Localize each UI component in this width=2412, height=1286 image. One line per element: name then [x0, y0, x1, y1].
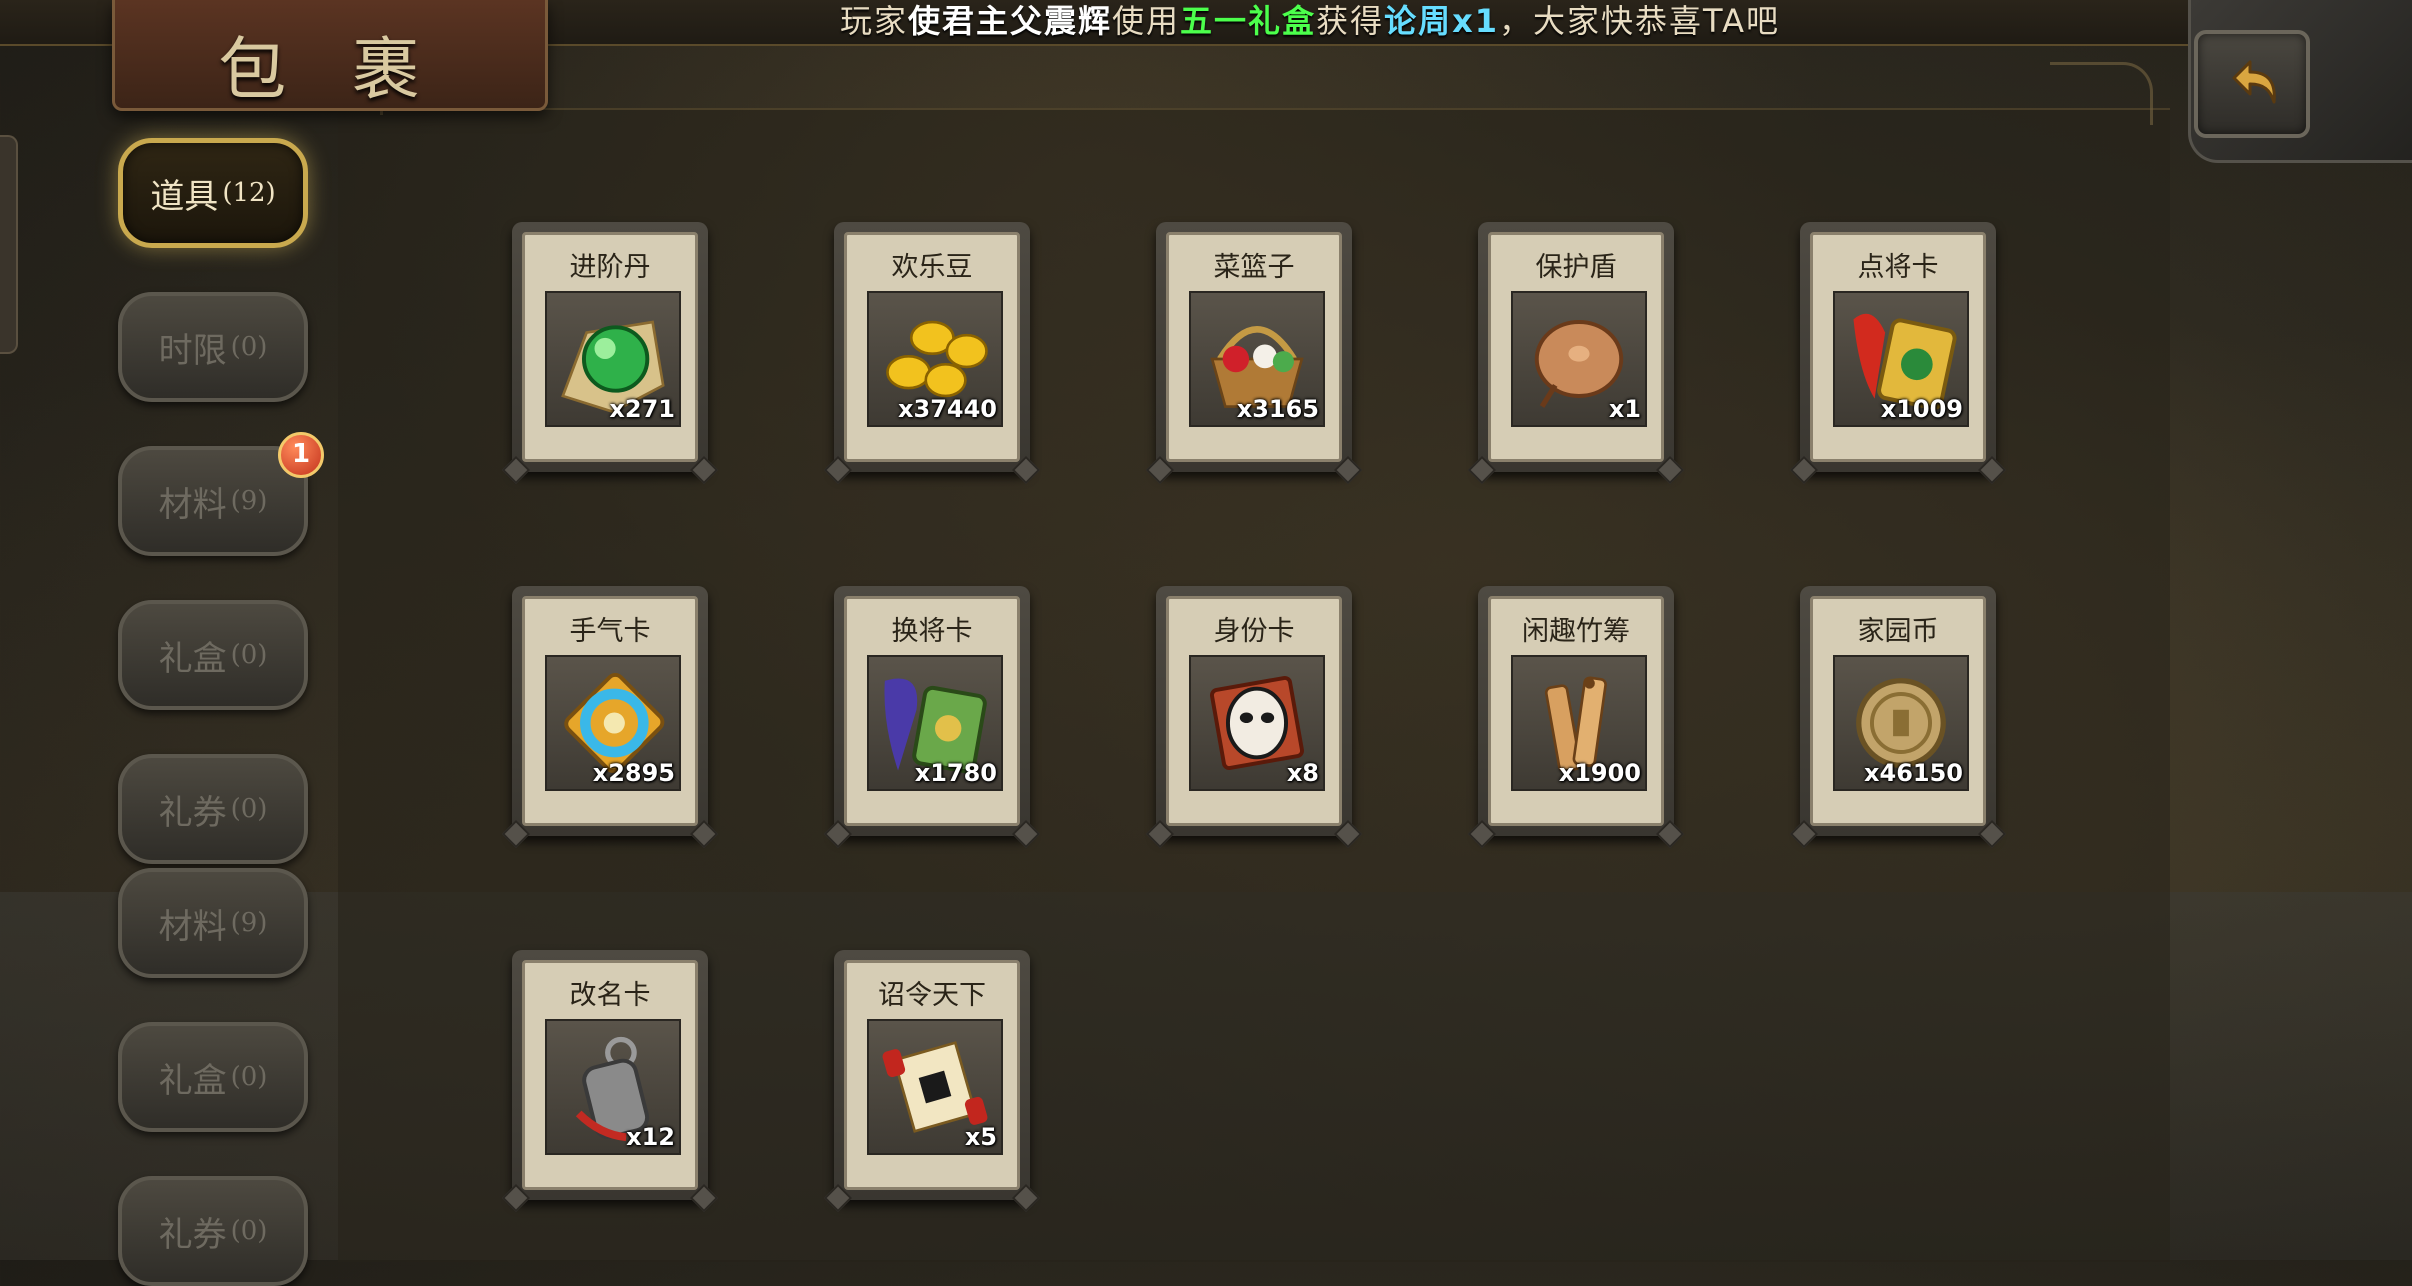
- item-card-face: 改名卡 x12: [522, 960, 698, 1190]
- item-card[interactable]: 菜篮子 x3165: [1145, 222, 1363, 485]
- item-icon-slot: x37440: [867, 291, 1003, 427]
- item-card[interactable]: 保护盾 x1: [1467, 222, 1685, 485]
- item-card[interactable]: 点将卡 x1009: [1789, 222, 2007, 485]
- ticker-item: 五一礼盒: [1180, 2, 1317, 40]
- item-name: 改名卡: [569, 980, 651, 1011]
- ticker-verb: 使用: [1112, 2, 1181, 40]
- item-icon-slot: x12: [545, 1019, 681, 1155]
- tab-timed[interactable]: 时限 (0): [118, 292, 308, 402]
- item-name: 进阶丹: [569, 252, 651, 283]
- broadcast-ticker: 玩家使君主父震辉使用五一礼盒获得论周x1，大家快恭喜TA吧: [840, 0, 1780, 44]
- tab-label: 时限: [158, 330, 227, 371]
- item-quantity: x37440: [898, 395, 997, 423]
- item-card-face: 闲趣竹筹 x1900: [1488, 596, 1664, 826]
- item-name: 欢乐豆: [891, 252, 973, 283]
- item-card-face: 保护盾 x1: [1488, 232, 1664, 462]
- corner-ornament: [2050, 62, 2153, 125]
- item-card[interactable]: 欢乐豆 x37440: [823, 222, 1041, 485]
- tab-count: (0): [230, 640, 268, 670]
- item-quantity: x2895: [592, 759, 675, 787]
- tab-label: 道具: [150, 176, 219, 217]
- tab-label: 材料: [158, 906, 227, 947]
- tab-vouchers[interactable]: 礼券 (0): [118, 754, 308, 864]
- item-quantity: x3165: [1236, 395, 1319, 423]
- item-card[interactable]: 诏令天下 x5: [823, 950, 1041, 1213]
- tab-label: 礼券: [158, 792, 227, 833]
- item-quantity: x1009: [1880, 395, 1963, 423]
- ticker-mid: 获得: [1316, 2, 1385, 40]
- item-name: 身份卡: [1213, 616, 1295, 647]
- item-card-face: 进阶丹 x271: [522, 232, 698, 462]
- item-name: 保护盾: [1535, 252, 1617, 283]
- item-name: 换将卡: [891, 616, 973, 647]
- item-quantity: x8: [1286, 759, 1319, 787]
- item-card-face: 换将卡 x1780: [844, 596, 1020, 826]
- tab-label: 礼券: [158, 1214, 227, 1255]
- back-arrow-icon: [2232, 60, 2276, 104]
- item-card-face: 点将卡 x1009: [1810, 232, 1986, 462]
- item-icon-slot: x5: [867, 1019, 1003, 1155]
- item-icon-slot: x1009: [1833, 291, 1969, 427]
- tab-vouchers-2[interactable]: 礼券 (0): [118, 1176, 308, 1286]
- back-button[interactable]: [2194, 30, 2310, 138]
- item-card[interactable]: 改名卡 x12: [501, 950, 719, 1213]
- item-quantity: x1780: [914, 759, 997, 787]
- tab-gift-box[interactable]: 礼盒 (0): [118, 600, 308, 710]
- item-card-face: 手气卡 x2895: [522, 596, 698, 826]
- item-icon-slot: x3165: [1189, 291, 1325, 427]
- item-name: 手气卡: [569, 616, 651, 647]
- tab-count: (0): [230, 332, 268, 362]
- item-quantity: x271: [609, 395, 675, 423]
- item-card[interactable]: 身份卡 x8: [1145, 586, 1363, 849]
- tab-gift-box-2[interactable]: 礼盒 (0): [118, 1022, 308, 1132]
- tab-materials-2[interactable]: 材料 (9): [118, 868, 308, 978]
- item-quantity: x46150: [1864, 759, 1963, 787]
- item-quantity: x1: [1608, 395, 1641, 423]
- item-card-face: 诏令天下 x5: [844, 960, 1020, 1190]
- item-card-face: 身份卡 x8: [1166, 596, 1342, 826]
- item-icon-slot: x2895: [545, 655, 681, 791]
- title-plaque: 包 裹: [112, 0, 548, 111]
- item-card-face: 欢乐豆 x37440: [844, 232, 1020, 462]
- tab-count: (0): [230, 794, 268, 824]
- item-card[interactable]: 闲趣竹筹 x1900: [1467, 586, 1685, 849]
- side-drawer-handle[interactable]: [0, 135, 18, 354]
- item-icon-slot: x1780: [867, 655, 1003, 791]
- item-card-face: 菜篮子 x3165: [1166, 232, 1342, 462]
- ticker-suffix: ，大家快恭喜TA吧: [1499, 2, 1780, 40]
- tab-count: (12): [222, 178, 276, 208]
- tab-count: (0): [230, 1062, 268, 1092]
- item-icon-slot: x1: [1511, 291, 1647, 427]
- ticker-player: 使君主父震辉: [908, 2, 1113, 40]
- item-icon-slot: x46150: [1833, 655, 1969, 791]
- item-icon-slot: x1900: [1511, 655, 1647, 791]
- item-name: 家园币: [1857, 616, 1939, 647]
- item-name: 菜篮子: [1213, 252, 1295, 283]
- item-card-face: 家园币 x46150: [1810, 596, 1986, 826]
- item-card[interactable]: 换将卡 x1780: [823, 586, 1041, 849]
- item-quantity: x1900: [1558, 759, 1641, 787]
- item-quantity: x12: [626, 1123, 675, 1151]
- ticker-reward: 论周x1: [1384, 2, 1499, 40]
- tab-items[interactable]: 道具 (12): [118, 138, 308, 248]
- item-card[interactable]: 进阶丹 x271: [501, 222, 719, 485]
- item-card[interactable]: 手气卡 x2895: [501, 586, 719, 849]
- item-icon-slot: x8: [1189, 655, 1325, 791]
- item-name: 点将卡: [1857, 252, 1939, 283]
- tab-label: 材料: [158, 484, 227, 525]
- tab-count: (0): [230, 1216, 268, 1246]
- item-quantity: x5: [964, 1123, 997, 1151]
- tab-label: 礼盒: [158, 638, 227, 679]
- tab-label: 礼盒: [158, 1060, 227, 1101]
- item-card[interactable]: 家园币 x46150: [1789, 586, 2007, 849]
- item-icon-slot: x271: [545, 291, 681, 427]
- page-title: 包 裹: [218, 31, 442, 110]
- item-name: 闲趣竹筹: [1522, 616, 1630, 647]
- tab-count: (9): [230, 908, 268, 938]
- item-name: 诏令天下: [878, 980, 986, 1011]
- ticker-prefix: 玩家: [840, 2, 909, 40]
- tab-count: (9): [230, 486, 268, 516]
- notification-badge: 1: [278, 432, 324, 478]
